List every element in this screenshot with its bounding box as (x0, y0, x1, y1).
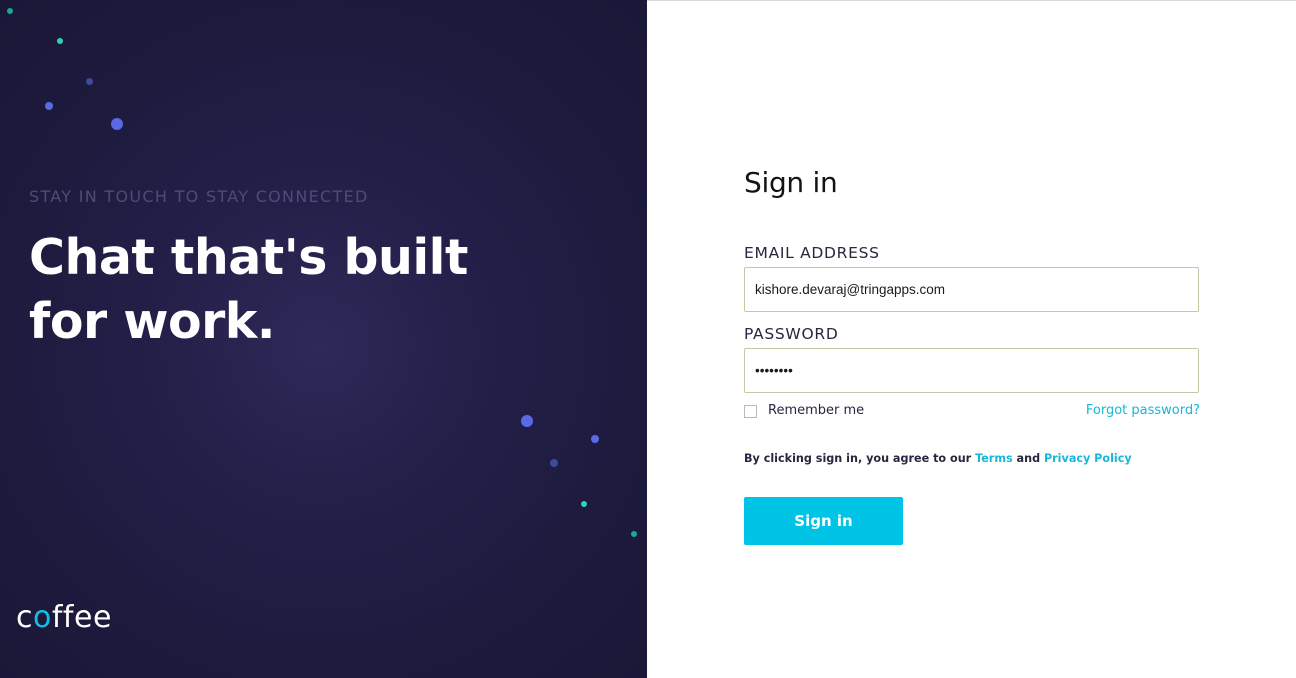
headline: Chat that's built for work. (29, 226, 509, 354)
headline-line-1: Chat that's built (29, 229, 468, 286)
agree-prefix: By clicking sign in, you agree to our (744, 452, 976, 465)
signin-title: Sign in (744, 166, 838, 199)
decor-dot (581, 501, 587, 507)
email-label: EMAIL ADDRESS (744, 244, 880, 262)
terms-link[interactable]: Terms (975, 452, 1013, 465)
agree-and: and (1012, 452, 1044, 465)
headline-line-2: for work. (29, 293, 276, 350)
password-label: PASSWORD (744, 325, 839, 343)
logo-accent: o (33, 600, 52, 635)
decor-dot (111, 118, 123, 130)
decor-dot (631, 531, 637, 537)
decor-dot (521, 415, 533, 427)
logo-suffix: ffee (51, 600, 112, 635)
privacy-policy-link[interactable]: Privacy Policy (1044, 452, 1132, 465)
remember-me-label[interactable]: Remember me (768, 403, 864, 418)
coffee-logo: coffee (16, 600, 112, 635)
hero-panel: STAY IN TOUCH TO STAY CONNECTED Chat tha… (0, 0, 647, 678)
email-field[interactable] (744, 267, 1199, 312)
terms-agreement: By clicking sign in, you agree to our Te… (744, 452, 1132, 465)
sign-in-button[interactable]: Sign in (744, 497, 903, 545)
decor-dot (45, 102, 53, 110)
decor-dot (7, 8, 13, 14)
decor-dot (591, 435, 599, 443)
decor-dot (86, 78, 93, 85)
logo-prefix: c (16, 600, 33, 635)
password-field[interactable] (744, 348, 1199, 393)
forgot-password-link[interactable]: Forgot password? (1086, 403, 1200, 418)
decor-dot (57, 38, 63, 44)
remember-me-checkbox[interactable] (744, 405, 757, 418)
tagline: STAY IN TOUCH TO STAY CONNECTED (29, 187, 369, 206)
decor-dot (550, 459, 558, 467)
